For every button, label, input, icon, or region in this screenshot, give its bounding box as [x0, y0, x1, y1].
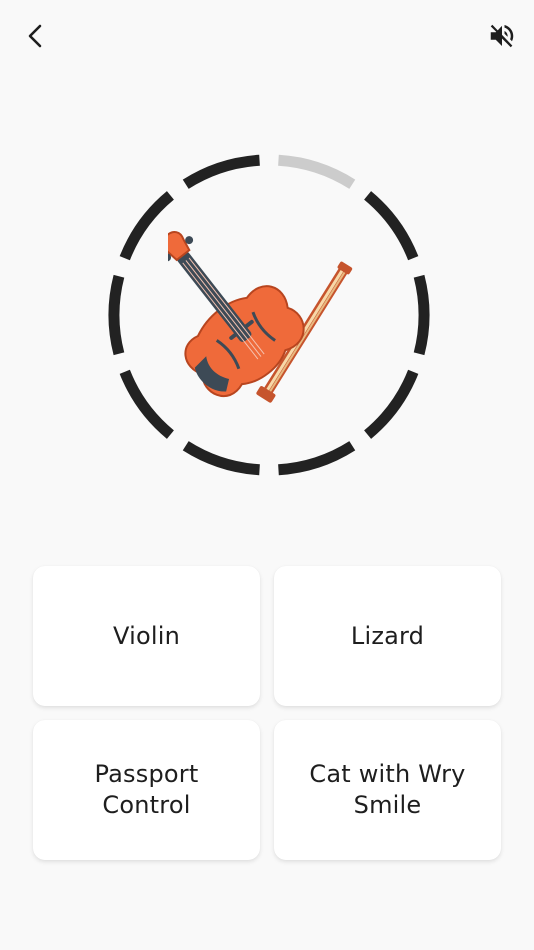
answer-option[interactable]: Cat with Wry Smile — [274, 720, 501, 860]
speaker-muted-icon — [490, 24, 514, 48]
mute-button[interactable] — [480, 14, 524, 58]
question-image — [162, 220, 368, 420]
back-button[interactable] — [14, 14, 58, 58]
answer-label: Lizard — [350, 621, 425, 650]
chevron-left-icon — [28, 24, 42, 48]
timer-segment-remaining — [413, 274, 430, 356]
timer-segment-remaining — [182, 441, 260, 476]
answer-label: Violin — [113, 621, 180, 650]
timer-segment-remaining — [182, 154, 260, 189]
answer-label: Cat with Wry Smile — [309, 760, 466, 819]
timer-segment-remaining — [364, 191, 419, 261]
answer-option[interactable]: Violin — [33, 566, 260, 706]
answer-option[interactable]: Lizard — [274, 566, 501, 706]
timer-segment-remaining — [108, 274, 125, 356]
answer-option[interactable]: Passport Control — [33, 720, 260, 860]
timer-segment-elapsed — [278, 154, 356, 189]
timer-segment-remaining — [364, 369, 419, 439]
timer-segment-remaining — [119, 369, 174, 439]
timer-segment-remaining — [278, 441, 356, 476]
answer-grid: Violin Lizard Passport Control Cat with … — [33, 566, 501, 860]
timer-segment-remaining — [119, 191, 174, 261]
answer-label: Passport Control — [94, 760, 199, 819]
violin-icon — [162, 231, 353, 403]
